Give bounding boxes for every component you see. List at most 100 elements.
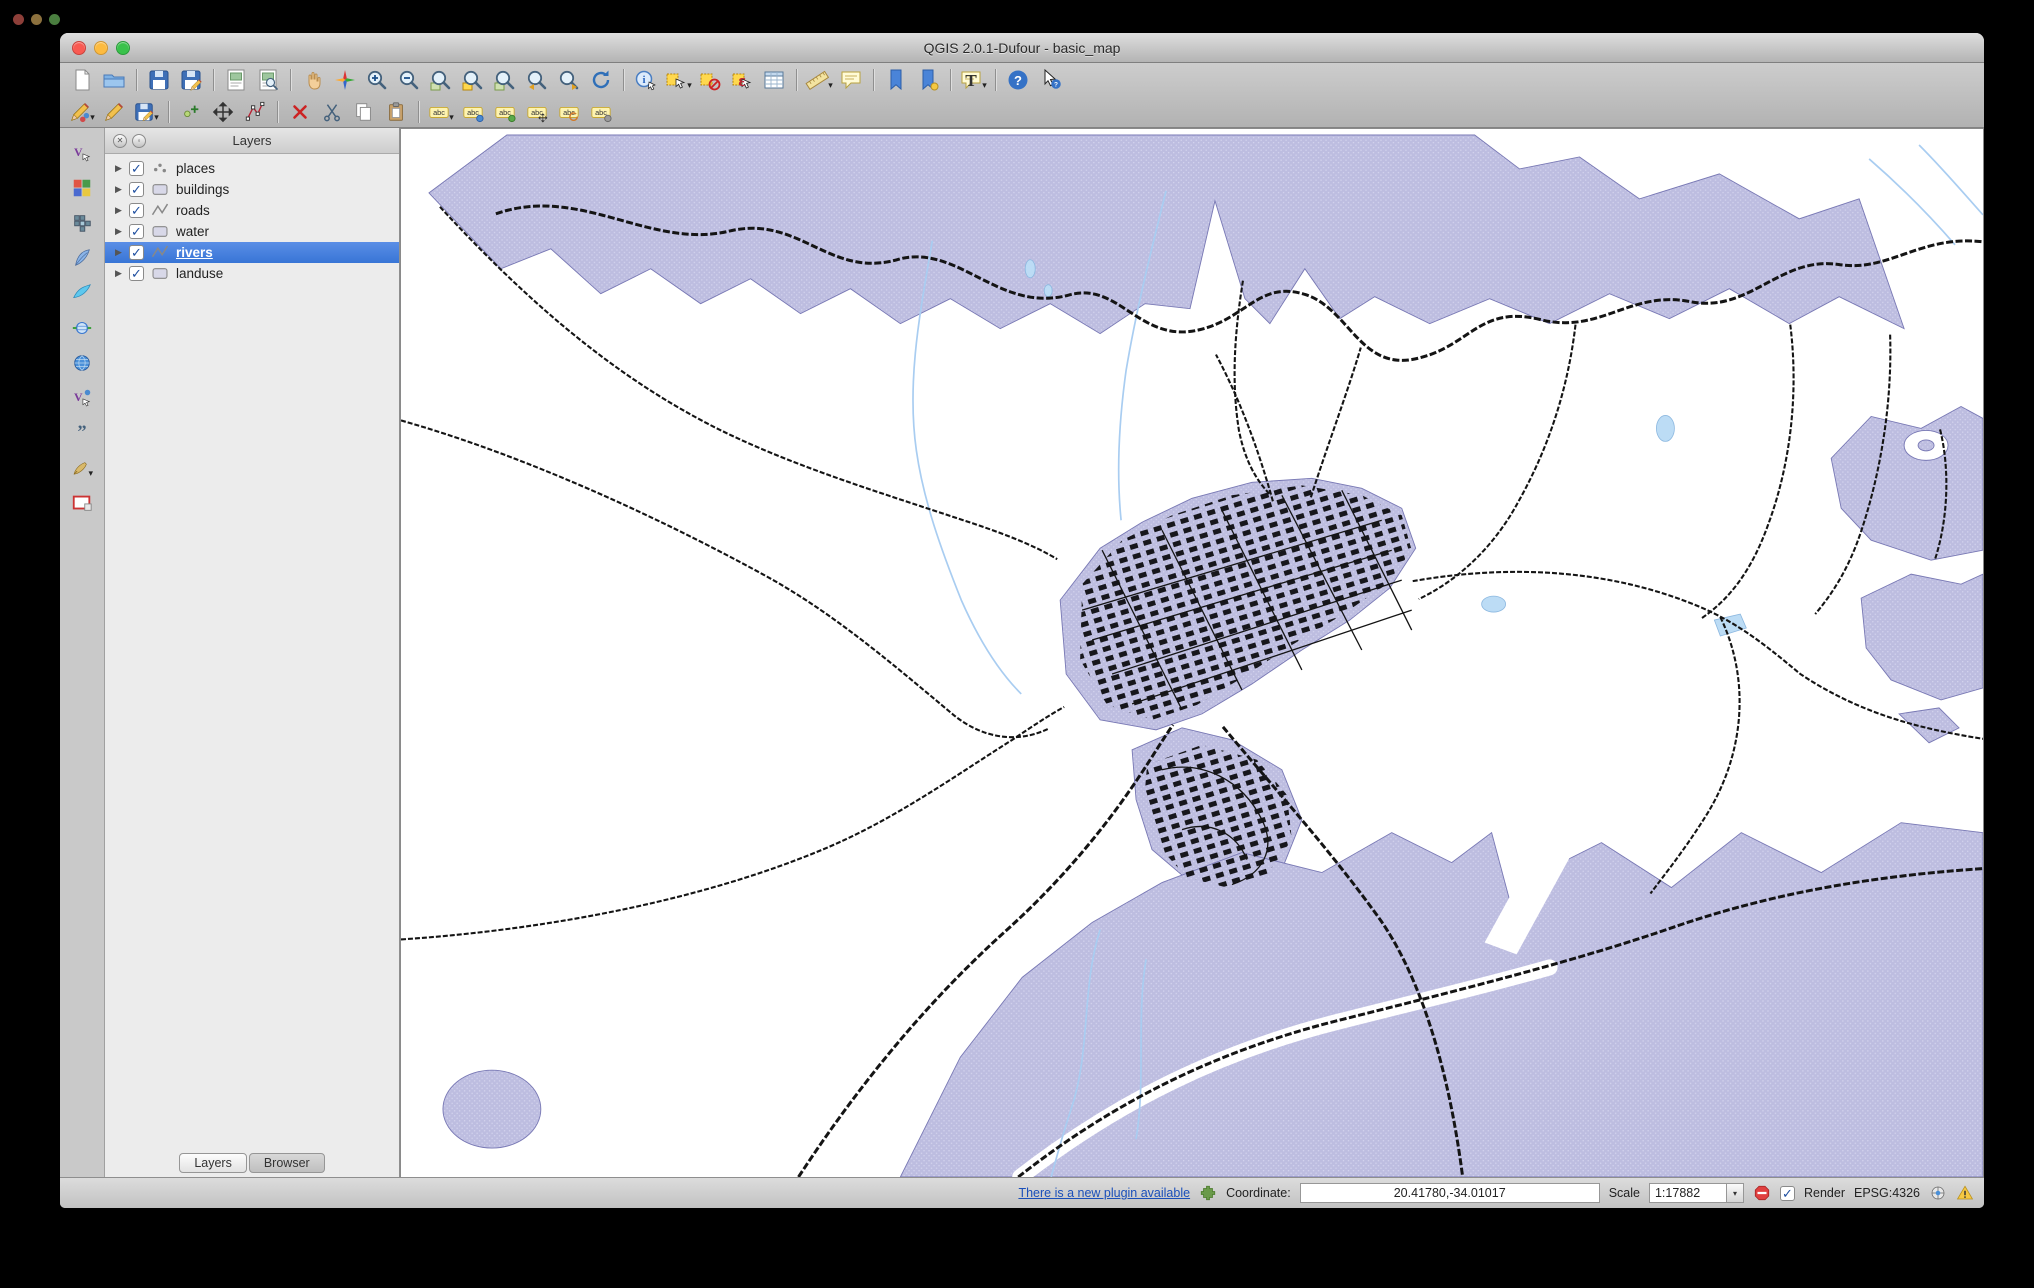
map-tips-button[interactable] — [835, 66, 867, 94]
deselect-features-button[interactable] — [694, 66, 726, 94]
layer-row-roads[interactable]: ▶ ✓ roads — [105, 200, 399, 221]
add-feature-button[interactable] — [175, 98, 207, 126]
whats-this-button[interactable] — [1034, 66, 1066, 94]
zoom-next-button[interactable] — [553, 66, 585, 94]
tab-browser[interactable]: Browser — [249, 1153, 325, 1173]
coordinate-capture-button[interactable] — [65, 313, 99, 343]
save-layer-edits-button[interactable]: ▾ — [130, 98, 162, 126]
label-properties-button[interactable] — [585, 98, 617, 126]
stop-render-button[interactable] — [1753, 1184, 1771, 1202]
map-canvas[interactable] — [401, 129, 1983, 1177]
feather-tool-button[interactable] — [65, 243, 99, 273]
pen-icon — [71, 456, 89, 480]
plugin-available-link[interactable]: There is a new plugin available — [1018, 1186, 1190, 1200]
open-project-button[interactable] — [98, 66, 130, 94]
labeling-button[interactable]: ▾ — [425, 98, 457, 126]
identify-features-button[interactable] — [630, 66, 662, 94]
expander-icon[interactable]: ▶ — [115, 226, 129, 237]
raster-color-grid-button[interactable] — [65, 173, 99, 203]
quote-tool-button[interactable] — [65, 418, 99, 448]
layer-checkbox[interactable]: ✓ — [129, 161, 144, 176]
cut-features-button[interactable] — [316, 98, 348, 126]
measure-button[interactable]: ▾ — [803, 66, 835, 94]
save-project-as-button[interactable] — [175, 66, 207, 94]
label-show-hide-button[interactable] — [489, 98, 521, 126]
vector-tool-button[interactable] — [65, 138, 99, 168]
select-features-button[interactable]: ▾ — [662, 66, 694, 94]
delete-selected-button[interactable] — [284, 98, 316, 126]
line-layer-icon — [150, 245, 170, 260]
text-annotation-button[interactable]: ▾ — [957, 66, 989, 94]
new-bookmark-button[interactable] — [880, 66, 912, 94]
layer-row-water[interactable]: ▶ ✓ water — [105, 221, 399, 242]
annotation-pen-button[interactable]: ▾ — [65, 453, 99, 483]
dropdown-arrow-icon: ▾ — [828, 80, 833, 94]
pan-map-button[interactable] — [297, 66, 329, 94]
current-edits-button[interactable]: ▾ — [66, 98, 98, 126]
render-checkbox[interactable]: ✓ — [1780, 1186, 1795, 1201]
composer-manager-button[interactable] — [252, 66, 284, 94]
plugin-button[interactable] — [1199, 1184, 1217, 1202]
tab-layers[interactable]: Layers — [179, 1153, 247, 1173]
vector-v-tool-button[interactable] — [65, 383, 99, 413]
label-move-button[interactable] — [521, 98, 553, 126]
layer-row-places[interactable]: ▶ ✓ places — [105, 158, 399, 179]
coordinate-input[interactable] — [1300, 1183, 1600, 1203]
dropdown-arrow-icon: ▾ — [90, 112, 95, 126]
panel-close-button[interactable]: ✕ — [113, 134, 127, 148]
scale-dropdown-button[interactable]: ▾ — [1727, 1183, 1744, 1203]
layer-checkbox[interactable]: ✓ — [129, 182, 144, 197]
zoom-full-button[interactable] — [425, 66, 457, 94]
expander-icon[interactable]: ▶ — [115, 268, 129, 279]
paste-features-button[interactable] — [380, 98, 412, 126]
show-bookmarks-button[interactable] — [912, 66, 944, 94]
layer-checkbox[interactable]: ✓ — [129, 245, 144, 260]
help-icon — [1006, 68, 1030, 92]
help-contents-button[interactable] — [1002, 66, 1034, 94]
crs-status-button[interactable] — [1929, 1184, 1947, 1202]
message-log-button[interactable] — [1956, 1184, 1974, 1202]
title-bar[interactable]: QGIS 2.0.1-Dufour - basic_map — [60, 33, 1984, 63]
open-attribute-table-button[interactable] — [758, 66, 790, 94]
zoom-last-button[interactable] — [521, 66, 553, 94]
zoom-button[interactable] — [116, 41, 130, 55]
zoom-in-button[interactable] — [361, 66, 393, 94]
pixel-grid-button[interactable] — [65, 208, 99, 238]
minimize-button[interactable] — [94, 41, 108, 55]
swoosh-tool-button[interactable] — [65, 278, 99, 308]
expander-icon[interactable]: ▶ — [115, 184, 129, 195]
move-feature-icon — [212, 101, 234, 123]
layer-checkbox[interactable]: ✓ — [129, 224, 144, 239]
zoom-to-selection-button[interactable] — [457, 66, 489, 94]
save-project-button[interactable] — [143, 66, 175, 94]
pan-to-selection-button[interactable] — [329, 66, 361, 94]
expander-icon[interactable]: ▶ — [115, 205, 129, 216]
zoom-out-button[interactable] — [393, 66, 425, 94]
layer-row-landuse[interactable]: ▶ ✓ landuse — [105, 263, 399, 284]
select-by-expression-button[interactable] — [726, 66, 758, 94]
new-project-button[interactable] — [66, 66, 98, 94]
move-feature-button[interactable] — [207, 98, 239, 126]
red-frame-tool-button[interactable] — [65, 488, 99, 518]
expander-icon[interactable]: ▶ — [115, 163, 129, 174]
close-button[interactable] — [72, 41, 86, 55]
refresh-button[interactable] — [585, 66, 617, 94]
toggle-editing-button[interactable] — [98, 98, 130, 126]
layer-checkbox[interactable]: ✓ — [129, 203, 144, 218]
layer-list: ▶ ✓ places ▶ ✓ buildings ▶ ✓ roads — [105, 154, 399, 1152]
panel-float-button[interactable]: ◦ — [132, 134, 146, 148]
scale-input[interactable] — [1649, 1183, 1727, 1203]
layer-row-rivers[interactable]: ▶ ✓ rivers — [105, 242, 399, 263]
globe-tool-button[interactable] — [65, 348, 99, 378]
node-tool-button[interactable] — [239, 98, 271, 126]
copy-features-button[interactable] — [348, 98, 380, 126]
layer-checkbox[interactable]: ✓ — [129, 266, 144, 281]
zoom-to-layer-button[interactable] — [489, 66, 521, 94]
new-print-composer-button[interactable] — [220, 66, 252, 94]
label-pin-button[interactable] — [457, 98, 489, 126]
layer-row-buildings[interactable]: ▶ ✓ buildings — [105, 179, 399, 200]
layer-name: rivers — [176, 245, 213, 260]
dropdown-arrow-icon: ▾ — [982, 80, 987, 94]
expander-icon[interactable]: ▶ — [115, 247, 129, 258]
label-rotate-button[interactable] — [553, 98, 585, 126]
